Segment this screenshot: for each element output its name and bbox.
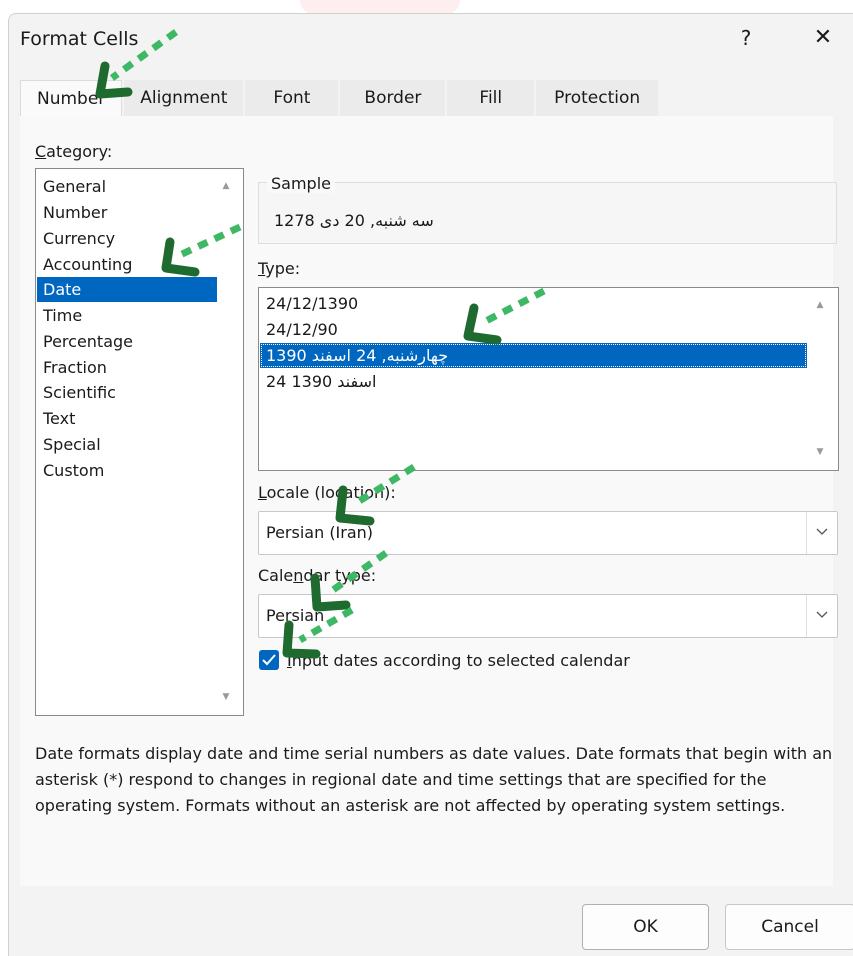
tab-font[interactable]: Font xyxy=(245,80,339,116)
dialog-title: Format Cells xyxy=(20,28,139,50)
tab-bar: Number Alignment Font Border Fill Protec… xyxy=(20,80,659,117)
calendar-type-label: Calendar type: xyxy=(258,566,377,585)
type-scroll-down-icon[interactable]: ▼ xyxy=(813,445,827,459)
cancel-button[interactable]: Cancel xyxy=(725,904,853,950)
sample-value: سه شنبه, 20 دی 1278 xyxy=(274,211,434,230)
sample-group: Sample سه شنبه, 20 دی 1278 xyxy=(258,174,837,244)
tab-fill[interactable]: Fill xyxy=(447,80,535,116)
category-item-fraction[interactable]: Fraction xyxy=(37,355,217,380)
category-item-number[interactable]: Number xyxy=(37,200,217,225)
sample-label: Sample xyxy=(267,174,335,193)
category-label: Category: xyxy=(35,142,113,161)
type-label: Type: xyxy=(258,259,301,278)
checkmark-icon xyxy=(262,654,276,666)
help-button[interactable]: ? xyxy=(732,24,760,52)
category-item-general[interactable]: General xyxy=(37,174,217,199)
format-description: Date formats display date and time seria… xyxy=(35,744,833,815)
tab-alignment[interactable]: Alignment xyxy=(124,80,244,116)
type-item-selected[interactable]: چهارشنبه, 24 اسفند 1390 xyxy=(260,343,807,368)
category-item-date[interactable]: Date xyxy=(37,277,217,302)
locale-dropdown[interactable]: Persian (Iran) xyxy=(258,511,838,555)
locale-label: Locale (location): xyxy=(258,483,396,502)
category-item-time[interactable]: Time xyxy=(37,303,217,328)
category-item-custom[interactable]: Custom xyxy=(37,458,217,483)
category-item-currency[interactable]: Currency xyxy=(37,226,217,251)
category-item-accounting[interactable]: Accounting xyxy=(37,252,217,277)
ok-button[interactable]: OK xyxy=(582,904,709,950)
tab-number[interactable]: Number xyxy=(20,80,123,117)
locale-dropdown-button[interactable] xyxy=(806,512,837,554)
category-scroll-up-icon[interactable]: ▲ xyxy=(219,179,233,193)
calendar-type-value: Persian xyxy=(266,606,325,625)
calendar-type-dropdown[interactable]: Persian xyxy=(258,594,838,638)
category-list[interactable]: General Number Currency Accounting Date … xyxy=(35,168,244,716)
tab-protection[interactable]: Protection xyxy=(536,80,659,116)
input-dates-checkbox[interactable] xyxy=(259,650,279,670)
type-item[interactable]: 24/12/1390 xyxy=(260,291,807,316)
category-item-text[interactable]: Text xyxy=(37,406,217,431)
category-item-percentage[interactable]: Percentage xyxy=(37,329,217,354)
type-scroll-up-icon[interactable]: ▲ xyxy=(813,298,827,312)
locale-value: Persian (Iran) xyxy=(266,523,374,542)
category-item-scientific[interactable]: Scientific xyxy=(37,380,217,405)
calendar-dropdown-button[interactable] xyxy=(806,595,837,637)
chevron-down-icon xyxy=(816,611,828,618)
category-scroll-down-icon[interactable]: ▼ xyxy=(219,690,233,704)
category-item-special[interactable]: Special xyxy=(37,432,217,457)
tab-border[interactable]: Border xyxy=(340,80,446,116)
top-decoration xyxy=(300,0,460,14)
type-item[interactable]: 24 اسفند 1390 xyxy=(260,369,807,394)
input-dates-checkbox-label[interactable]: Input dates according to selected calend… xyxy=(287,651,630,670)
chevron-down-icon xyxy=(816,528,828,535)
type-list[interactable]: 24/12/1390 24/12/90 چهارشنبه, 24 اسفند 1… xyxy=(258,287,839,471)
close-button[interactable]: ✕ xyxy=(808,24,838,54)
type-item[interactable]: 24/12/90 xyxy=(260,317,807,342)
